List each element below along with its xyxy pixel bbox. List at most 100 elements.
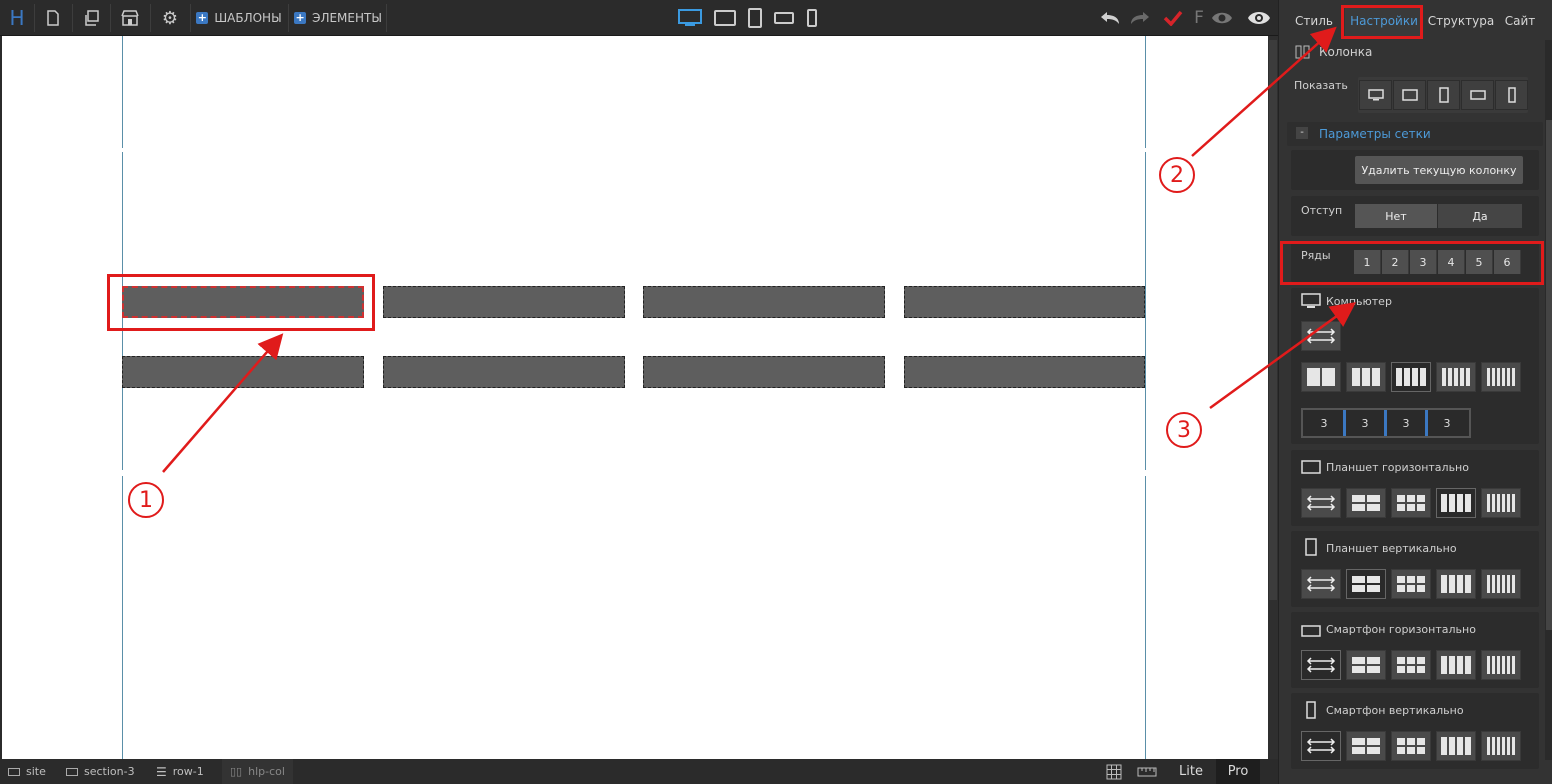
undo-icon[interactable] bbox=[1096, 0, 1124, 36]
layout-6-columns-option[interactable] bbox=[1481, 650, 1521, 680]
highlight-selected-column bbox=[107, 274, 375, 331]
grid-column[interactable] bbox=[643, 286, 885, 318]
split-cell[interactable]: 3 bbox=[1346, 411, 1384, 435]
highlight-rows-option bbox=[1280, 241, 1544, 285]
layout-full-width-option[interactable] bbox=[1301, 488, 1341, 518]
split-cell[interactable]: 3 bbox=[1305, 411, 1343, 435]
layout-6-columns-option[interactable] bbox=[1481, 488, 1521, 518]
ruler-icon[interactable] bbox=[1134, 759, 1160, 784]
device-computer-label: Компьютер bbox=[1326, 295, 1392, 308]
grid-toggle-icon[interactable] bbox=[1102, 759, 1126, 784]
grid-column[interactable] bbox=[643, 356, 885, 388]
layout-6-columns-option[interactable] bbox=[1481, 362, 1521, 392]
delete-column-button[interactable]: Удалить текущую колонку bbox=[1355, 156, 1523, 184]
layout-3-columns-option[interactable] bbox=[1346, 362, 1386, 392]
breadcrumb-section[interactable]: section-3 bbox=[66, 759, 135, 784]
rows-icon: ☰ bbox=[156, 764, 167, 779]
layout-5-columns-option[interactable] bbox=[1436, 362, 1476, 392]
layout-2-columns-option[interactable] bbox=[1346, 569, 1386, 599]
redo-icon[interactable] bbox=[1126, 0, 1154, 36]
tablet-portrait-icon[interactable] bbox=[744, 0, 766, 36]
layout-6-columns-option[interactable] bbox=[1481, 731, 1521, 761]
indent-yes-button[interactable]: Да bbox=[1438, 204, 1522, 228]
new-page-icon[interactable] bbox=[40, 0, 66, 36]
phone-portrait-icon bbox=[1306, 701, 1316, 723]
show-label: Показать bbox=[1294, 79, 1348, 92]
breadcrumb-row[interactable]: ☰ row-1 bbox=[156, 759, 204, 784]
tab-site[interactable]: Сайт bbox=[1497, 6, 1543, 36]
layout-full-width-option[interactable] bbox=[1301, 650, 1341, 680]
plus-icon: + bbox=[294, 11, 307, 24]
show-phone-v-toggle[interactable] bbox=[1495, 80, 1528, 110]
tab-style[interactable]: Стиль bbox=[1281, 6, 1347, 36]
guide-line bbox=[1145, 476, 1146, 759]
phone-landscape-icon[interactable] bbox=[772, 0, 796, 36]
grid-section-title[interactable]: Параметры сетки bbox=[1319, 127, 1431, 141]
layout-full-width-option[interactable] bbox=[1301, 321, 1341, 351]
layout-3-columns-option[interactable] bbox=[1391, 650, 1431, 680]
checkmark-icon[interactable] bbox=[1160, 0, 1186, 36]
eye-icon[interactable] bbox=[1244, 0, 1274, 36]
indent-no-button[interactable]: Нет bbox=[1355, 204, 1437, 228]
layout-3-columns-option[interactable] bbox=[1391, 569, 1431, 599]
copy-icon[interactable] bbox=[78, 0, 104, 36]
layout-full-width-option[interactable] bbox=[1301, 569, 1341, 599]
block-icon bbox=[8, 767, 20, 776]
layout-3-columns-option[interactable] bbox=[1391, 731, 1431, 761]
split-cell[interactable]: 3 bbox=[1428, 411, 1466, 435]
grid-column[interactable] bbox=[904, 356, 1145, 388]
preview-icon[interactable] bbox=[1208, 0, 1236, 36]
gear-icon[interactable]: ⚙ bbox=[156, 0, 184, 36]
tab-structure[interactable]: Структура bbox=[1425, 6, 1497, 36]
layout-2-columns-option[interactable] bbox=[1346, 731, 1386, 761]
desktop-view-icon[interactable] bbox=[676, 0, 704, 36]
tablet-landscape-icon bbox=[1301, 459, 1321, 478]
f-label[interactable]: F bbox=[1192, 0, 1206, 36]
layout-4-columns-option[interactable] bbox=[1436, 569, 1476, 599]
device-tablet-h-label: Планшет горизонтально bbox=[1326, 461, 1469, 474]
grid-column[interactable] bbox=[122, 356, 364, 388]
layout-6-columns-option[interactable] bbox=[1481, 569, 1521, 599]
status-bar: site section-3 ☰ row-1 ▯▯ hlp-col Lite Pro bbox=[0, 759, 1278, 784]
page-canvas[interactable] bbox=[0, 36, 1268, 759]
column-icon: ▯▯ bbox=[230, 765, 243, 778]
layout-4-columns-option[interactable] bbox=[1436, 488, 1476, 518]
annotation-marker-1: 1 bbox=[128, 482, 164, 518]
layout-4-columns-option[interactable] bbox=[1436, 650, 1476, 680]
highlight-settings-tab bbox=[1341, 5, 1423, 39]
grid-column[interactable] bbox=[904, 286, 1145, 318]
breadcrumb-column[interactable]: ▯▯ hlp-col bbox=[222, 759, 293, 784]
show-phone-h-toggle[interactable] bbox=[1461, 80, 1494, 110]
show-tablet-v-toggle[interactable] bbox=[1427, 80, 1460, 110]
grid-column[interactable] bbox=[383, 286, 625, 318]
tablet-landscape-icon[interactable] bbox=[712, 0, 738, 36]
pro-mode-button[interactable]: Pro bbox=[1216, 759, 1260, 784]
layout-full-width-option[interactable] bbox=[1301, 731, 1341, 761]
elements-label: ЭЛЕМЕНТЫ bbox=[312, 11, 382, 25]
collapse-toggle[interactable]: - bbox=[1296, 127, 1308, 139]
logo[interactable]: H bbox=[4, 0, 30, 36]
show-desktop-toggle[interactable] bbox=[1359, 80, 1392, 110]
layout-2-columns-option[interactable] bbox=[1346, 650, 1386, 680]
phone-portrait-icon[interactable] bbox=[802, 0, 822, 36]
layout-2-columns-option[interactable] bbox=[1301, 362, 1341, 392]
lite-mode-button[interactable]: Lite bbox=[1166, 759, 1216, 784]
layout-4-columns-option[interactable] bbox=[1391, 362, 1431, 392]
show-tablet-h-toggle[interactable] bbox=[1393, 80, 1426, 110]
templates-label: ШАБЛОНЫ bbox=[214, 11, 282, 25]
panel-scrollbar[interactable] bbox=[1545, 40, 1552, 760]
layout-3-columns-option[interactable] bbox=[1391, 488, 1431, 518]
shop-icon[interactable] bbox=[116, 0, 144, 36]
layout-2-columns-option[interactable] bbox=[1346, 488, 1386, 518]
templates-button[interactable]: + ШАБЛОНЫ bbox=[196, 0, 282, 36]
plus-icon: + bbox=[196, 11, 209, 24]
annotation-marker-2: 2 bbox=[1159, 157, 1195, 193]
layout-4-columns-option[interactable] bbox=[1436, 731, 1476, 761]
breadcrumb-site[interactable]: site bbox=[8, 759, 46, 784]
canvas-scrollbar[interactable] bbox=[1268, 36, 1278, 759]
elements-button[interactable]: + ЭЛЕМЕНТЫ bbox=[294, 0, 382, 36]
grid-column[interactable] bbox=[383, 356, 625, 388]
device-phone-h-label: Смартфон горизонтально bbox=[1326, 623, 1476, 636]
split-cell[interactable]: 3 bbox=[1387, 411, 1425, 435]
desktop-icon bbox=[1301, 293, 1321, 313]
